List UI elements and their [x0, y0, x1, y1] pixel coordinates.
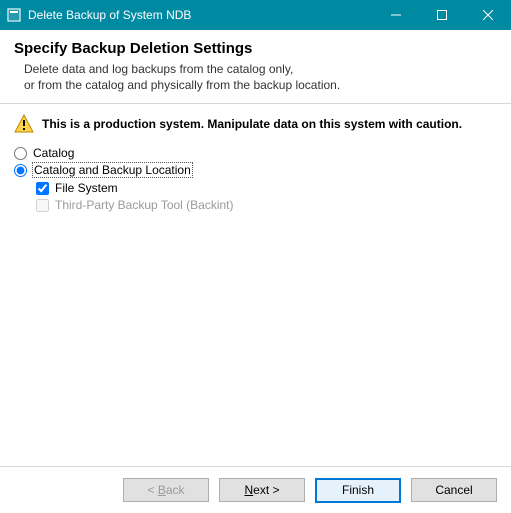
- radio-catalog-location-row[interactable]: Catalog and Backup Location: [14, 163, 497, 177]
- titlebar: Delete Backup of System NDB: [0, 0, 511, 30]
- check-file-system-label: File System: [55, 181, 118, 195]
- warning-icon: [14, 114, 34, 134]
- minimize-button[interactable]: [373, 0, 419, 30]
- check-third-party: [36, 199, 49, 212]
- warning-row: This is a production system. Manipulate …: [14, 114, 497, 134]
- radio-catalog-location-label: Catalog and Backup Location: [33, 163, 192, 177]
- check-file-system[interactable]: [36, 182, 49, 195]
- wizard-header: Specify Backup Deletion Settings Delete …: [0, 30, 511, 103]
- finish-button[interactable]: Finish: [315, 478, 401, 503]
- wizard-button-bar: < Back Next > Finish Cancel: [0, 466, 511, 513]
- next-button[interactable]: Next >: [219, 478, 305, 502]
- check-third-party-label: Third-Party Backup Tool (Backint): [55, 198, 234, 212]
- back-button: < Back: [123, 478, 209, 502]
- app-icon: [6, 7, 22, 23]
- wizard-content: STEM® www.sterling-team.com This is a pr…: [0, 104, 511, 466]
- check-file-system-row[interactable]: File System: [36, 181, 497, 195]
- page-description: Delete data and log backups from the cat…: [24, 61, 497, 93]
- window-title: Delete Backup of System NDB: [28, 8, 373, 22]
- maximize-button[interactable]: [419, 0, 465, 30]
- radio-catalog-row[interactable]: Catalog: [14, 146, 497, 160]
- watermark: STEM® www.sterling-team.com: [101, 255, 411, 374]
- check-third-party-row: Third-Party Backup Tool (Backint): [36, 198, 497, 212]
- radio-catalog-location[interactable]: [14, 164, 27, 177]
- close-button[interactable]: [465, 0, 511, 30]
- radio-catalog-label: Catalog: [33, 146, 74, 160]
- cancel-button[interactable]: Cancel: [411, 478, 497, 502]
- window-controls: [373, 0, 511, 30]
- sub-options: File System Third-Party Backup Tool (Bac…: [36, 181, 497, 212]
- radio-catalog[interactable]: [14, 147, 27, 160]
- warning-text: This is a production system. Manipulate …: [42, 117, 462, 131]
- page-title: Specify Backup Deletion Settings: [14, 40, 497, 57]
